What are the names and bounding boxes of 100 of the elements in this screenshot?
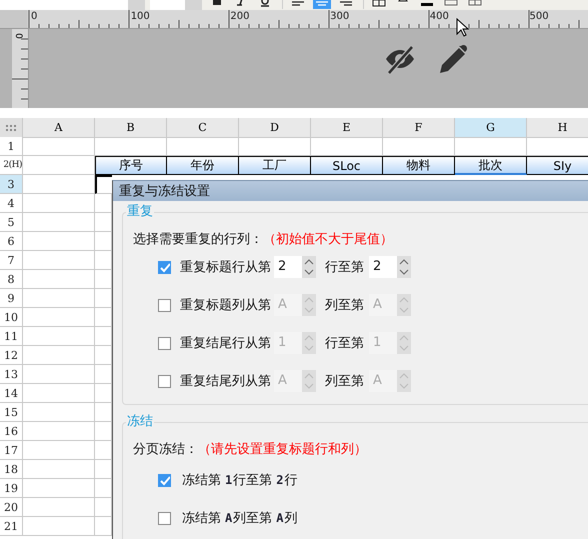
value-text: 1 [225, 473, 232, 487]
option-label: 列 [284, 510, 298, 527]
row-header[interactable]: 14 [0, 384, 23, 403]
table-cell [23, 422, 95, 441]
column-header[interactable]: C [167, 118, 239, 138]
table-cell [23, 441, 95, 460]
ruler-label: 200 [230, 11, 250, 22]
table-cell [23, 213, 95, 232]
table-cell [23, 270, 95, 289]
value-text: 2 [276, 473, 284, 487]
ruler-label: 100 [130, 11, 150, 22]
row-header[interactable]: 1 [0, 137, 23, 156]
row-header[interactable]: 7 [0, 251, 23, 270]
table-cell [23, 517, 95, 536]
table-cell [23, 175, 95, 194]
row-header[interactable]: 9 [0, 289, 23, 308]
table-cell [23, 479, 95, 498]
row-header[interactable]: 5 [0, 213, 23, 232]
column-header[interactable]: D [239, 118, 311, 138]
column-header[interactable]: H [527, 118, 588, 138]
option-label: 重复标题行从第 [180, 259, 271, 276]
column-header[interactable]: G [455, 118, 527, 138]
table-cell: 序号 [95, 156, 167, 175]
option-label: 列至第 [325, 373, 364, 390]
table-cell [23, 460, 95, 479]
prompt-label: 分页冻结： [133, 442, 198, 458]
row-header[interactable]: 2(H) [0, 156, 23, 175]
option-label: 冻结第 [182, 472, 221, 489]
checkbox[interactable] [158, 474, 171, 486]
table-cell: 物料 [383, 156, 455, 175]
row-header[interactable]: 19 [0, 479, 23, 498]
row-header[interactable]: 20 [0, 498, 23, 517]
group-label: 重复 [126, 204, 154, 220]
row-header[interactable]: 10 [0, 308, 23, 327]
table-cell [23, 327, 95, 346]
select-all-button[interactable] [0, 118, 23, 138]
ruler-corner [0, 10, 28, 28]
option-label: 冻结第 [182, 510, 221, 527]
table-cell [23, 346, 95, 365]
ruler-label: 300 [330, 11, 350, 22]
table-cell: 批次 [455, 156, 527, 175]
table-cell [23, 232, 95, 251]
ruler-label: 400 [430, 11, 449, 22]
value-text: A [276, 511, 284, 525]
table-cell: SIy [527, 156, 588, 175]
column-header[interactable]: B [95, 118, 167, 138]
row-header[interactable]: 8 [0, 270, 23, 289]
hint-text: （初始值不大于尾值） [263, 232, 393, 248]
option-label: 列至第 [233, 510, 272, 527]
checkbox[interactable] [158, 336, 171, 350]
checkbox[interactable] [158, 512, 171, 524]
group-label: 冻结 [126, 414, 154, 430]
pencil-icon[interactable] [438, 44, 468, 74]
checkbox[interactable] [158, 298, 171, 312]
table-cell: SLoc [311, 156, 383, 175]
column-header[interactable]: A [23, 118, 95, 138]
row-header[interactable]: 21 [0, 517, 23, 536]
table-cell [23, 137, 95, 156]
row-header[interactable]: 13 [0, 365, 23, 384]
checkbox[interactable] [158, 374, 171, 388]
option-label: 重复结尾列从第 [180, 373, 271, 390]
row-header[interactable]: 17 [0, 441, 23, 460]
column-header[interactable]: E [311, 118, 383, 138]
row-header[interactable]: 11 [0, 327, 23, 346]
row-header[interactable]: 3 [0, 175, 23, 194]
prompt-label: 选择需要重复的行列： [133, 232, 263, 248]
eye-slash-icon[interactable] [385, 45, 415, 75]
table-cell [23, 289, 95, 308]
row-header[interactable]: 15 [0, 403, 23, 422]
option-label: 行至第 [325, 259, 364, 276]
checkbox[interactable] [158, 260, 171, 274]
table-cell: 工厂 [239, 156, 311, 175]
option-label: 列至第 [325, 297, 364, 314]
table-cell [23, 194, 95, 213]
option-label: 重复标题列从第 [180, 297, 271, 314]
table-cell [23, 384, 95, 403]
row-header[interactable]: 18 [0, 460, 23, 479]
ruler-label: 0 [31, 11, 38, 22]
table-cell: 年份 [167, 156, 239, 175]
table-cell [23, 308, 95, 327]
option-label: 重复结尾行从第 [180, 335, 271, 352]
ruler-label: 0 [12, 33, 23, 39]
ruler-label: 500 [530, 11, 549, 22]
dialog-title: 重复与冻结设置 [113, 181, 588, 201]
cursor-icon [456, 18, 470, 37]
column-header[interactable]: F [383, 118, 455, 138]
option-label: 行至第 [325, 335, 364, 352]
option-label: 行至第 [233, 472, 272, 489]
row-header[interactable]: 4 [0, 194, 23, 213]
table-cell [23, 365, 95, 384]
table-cell [23, 498, 95, 517]
grid-dots-icon [6, 124, 16, 130]
option-label: 行 [284, 472, 298, 489]
hint-text: （请先设置重复标题行和列） [198, 442, 367, 458]
row-header[interactable]: 6 [0, 232, 23, 251]
value-text: A [225, 511, 232, 525]
row-header[interactable]: 16 [0, 422, 23, 441]
row-header[interactable]: 12 [0, 346, 23, 365]
table-cell [23, 251, 95, 270]
table-cell [23, 403, 95, 422]
